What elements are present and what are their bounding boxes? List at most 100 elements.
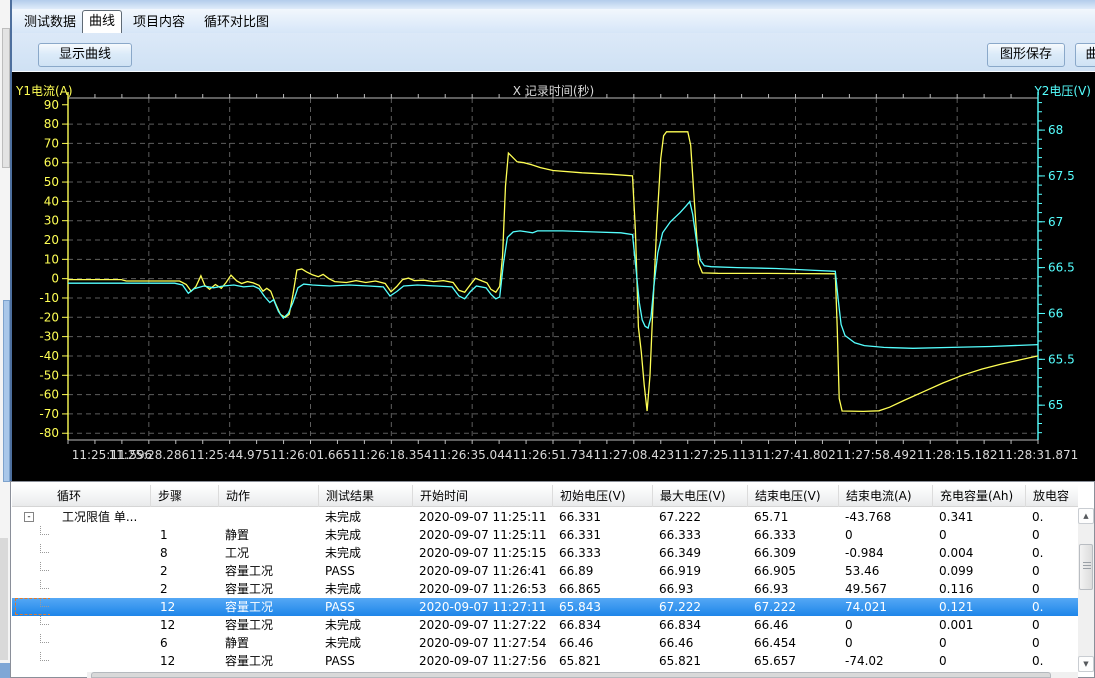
tree-cell: [14, 652, 50, 670]
tab-cycle-compare[interactable]: 循环对比图: [198, 12, 275, 33]
cell-vend: 66.46: [747, 616, 838, 634]
show-curve-button[interactable]: 显示曲线: [38, 43, 132, 67]
tab-test-data[interactable]: 测试数据: [18, 12, 82, 33]
x-tick-label: 11:26:51.734: [513, 448, 594, 462]
cell-v0: 65.821: [552, 652, 652, 670]
y1-tick-label: -60: [39, 388, 59, 402]
background-window-sliver: [0, 0, 10, 678]
partial-curve-button[interactable]: 曲: [1075, 43, 1095, 67]
cell-cc: 0.116: [932, 580, 1025, 598]
tree-branch-icon: [40, 580, 49, 589]
cell-step: [150, 508, 218, 526]
header-step[interactable]: 步骤: [150, 485, 218, 507]
cell-vend: 65.71: [747, 508, 838, 526]
header-vmax[interactable]: 最大电压(V): [652, 485, 747, 507]
cell-cycle: [50, 526, 150, 544]
table-horizontal-scrollbar[interactable]: [87, 672, 1078, 678]
cell-result: 未完成: [318, 526, 412, 544]
header-action[interactable]: 动作: [218, 485, 318, 507]
tab-curve[interactable]: 曲线: [82, 10, 122, 33]
cell-action: 容量工况: [218, 616, 318, 634]
cell-start: 2020-09-07 11:27:22: [412, 616, 552, 634]
tree-cell: [14, 634, 50, 652]
cell-result: PASS: [318, 598, 412, 616]
tab-bar: 测试数据 曲线 项目内容 循环对比图: [12, 9, 1095, 33]
y2-tick-label: 65.5: [1048, 352, 1075, 366]
cell-iend: 49.567: [838, 580, 932, 598]
y2-tick-label: 66: [1048, 306, 1063, 320]
window-top-strip: [12, 0, 1095, 9]
cell-vmax: 67.222: [652, 508, 747, 526]
cell-dc: 0.: [1025, 508, 1079, 526]
cell-result: PASS: [318, 562, 412, 580]
scrollbar-thumb[interactable]: [1079, 544, 1093, 590]
table-row[interactable]: -工况限值 单...未完成2020-09-07 11:25:1166.33167…: [12, 508, 1078, 526]
header-cycle[interactable]: 循环: [50, 485, 150, 507]
cell-vmax: 66.93: [652, 580, 747, 598]
scroll-down-icon[interactable]: ▼: [1078, 656, 1094, 672]
cell-cycle: [50, 598, 150, 616]
y2-tick-label: 67.5: [1048, 169, 1075, 183]
table-row[interactable]: 2容量工况未完成2020-09-07 11:26:5366.86566.9366…: [12, 580, 1078, 598]
y1-tick-label: -50: [39, 368, 59, 382]
y2-axis-title: Y2电压(V): [1034, 82, 1091, 99]
cell-start: 2020-09-07 11:27:56: [412, 652, 552, 670]
y1-tick-label: -70: [39, 407, 59, 421]
x-tick-label: 11:28:31.871: [998, 448, 1079, 462]
cell-result: 未完成: [318, 616, 412, 634]
cell-step: 2: [150, 562, 218, 580]
y1-tick-label: 90: [44, 98, 59, 112]
cell-cc: 0.121: [932, 598, 1025, 616]
header-start[interactable]: 开始时间: [412, 485, 552, 507]
y2-tick-label: 67: [1048, 215, 1063, 229]
cell-result: 未完成: [318, 634, 412, 652]
cell-vmax: 66.333: [652, 526, 747, 544]
cell-v0: 66.834: [552, 616, 652, 634]
cell-vend: 66.454: [747, 634, 838, 652]
header-vend[interactable]: 结束电压(V): [747, 485, 838, 507]
cell-vend: 65.657: [747, 652, 838, 670]
table-row[interactable]: 8工况未完成2020-09-07 11:25:1566.33366.34966.…: [12, 544, 1078, 562]
table-row[interactable]: 2容量工况PASS2020-09-07 11:26:4166.8966.9196…: [12, 562, 1078, 580]
x-axis-title: X 记录时间(秒): [12, 82, 1095, 99]
save-graphic-button[interactable]: 图形保存: [987, 43, 1065, 67]
tree-cell: [14, 616, 50, 634]
y1-tick-label: 70: [44, 136, 59, 150]
cell-iend: -74.02: [838, 652, 932, 670]
cell-start: 2020-09-07 11:25:15: [412, 544, 552, 562]
table-row[interactable]: 12容量工况PASS2020-09-07 11:27:1165.84367.22…: [12, 598, 1078, 616]
y1-tick-label: -30: [39, 330, 59, 344]
header-cc[interactable]: 充电容量(Ah): [932, 485, 1025, 507]
hscrollbar-thumb[interactable]: [91, 672, 1051, 678]
y1-tick-label: -80: [39, 426, 59, 440]
table-row[interactable]: 6静置未完成2020-09-07 11:27:5466.4666.4666.45…: [12, 634, 1078, 652]
cell-cc: 0.099: [932, 562, 1025, 580]
header-result[interactable]: 测试结果: [318, 485, 412, 507]
cell-action: 工况: [218, 544, 318, 562]
cell-step: 8: [150, 544, 218, 562]
header-iend[interactable]: 结束电流(A): [838, 485, 932, 507]
cell-cycle: [50, 580, 150, 598]
tree-cell: [14, 526, 50, 544]
cell-cc: 0.001: [932, 616, 1025, 634]
y1-tick-label: -40: [39, 349, 59, 363]
table-row[interactable]: 12容量工况PASS2020-09-07 11:27:5665.82165.82…: [12, 652, 1078, 670]
table-row[interactable]: 1静置未完成2020-09-07 11:25:1166.33166.33366.…: [12, 526, 1078, 544]
tree-expand-icon[interactable]: -: [24, 512, 34, 522]
table-row[interactable]: 12容量工况未完成2020-09-07 11:27:2266.83466.834…: [12, 616, 1078, 634]
cell-vmax: 65.821: [652, 652, 747, 670]
tree-branch-icon: [40, 526, 49, 535]
cell-result: 未完成: [318, 544, 412, 562]
header-dc[interactable]: 放电容: [1025, 485, 1079, 507]
cell-step: 1: [150, 526, 218, 544]
chart-svg: 9080706050403020100-10-20-30-40-50-60-70…: [12, 72, 1095, 481]
cell-cc: 0.341: [932, 508, 1025, 526]
tab-project-content[interactable]: 项目内容: [127, 12, 191, 33]
header-v0[interactable]: 初始电压(V): [552, 485, 652, 507]
scroll-up-icon[interactable]: ▲: [1078, 508, 1094, 524]
table-vertical-scrollbar[interactable]: ▲ ▼: [1078, 508, 1094, 672]
cell-cc: 0: [932, 526, 1025, 544]
y1-tick-label: 0: [51, 272, 59, 286]
y2-tick-label: 65: [1048, 398, 1063, 412]
cell-v0: 66.865: [552, 580, 652, 598]
